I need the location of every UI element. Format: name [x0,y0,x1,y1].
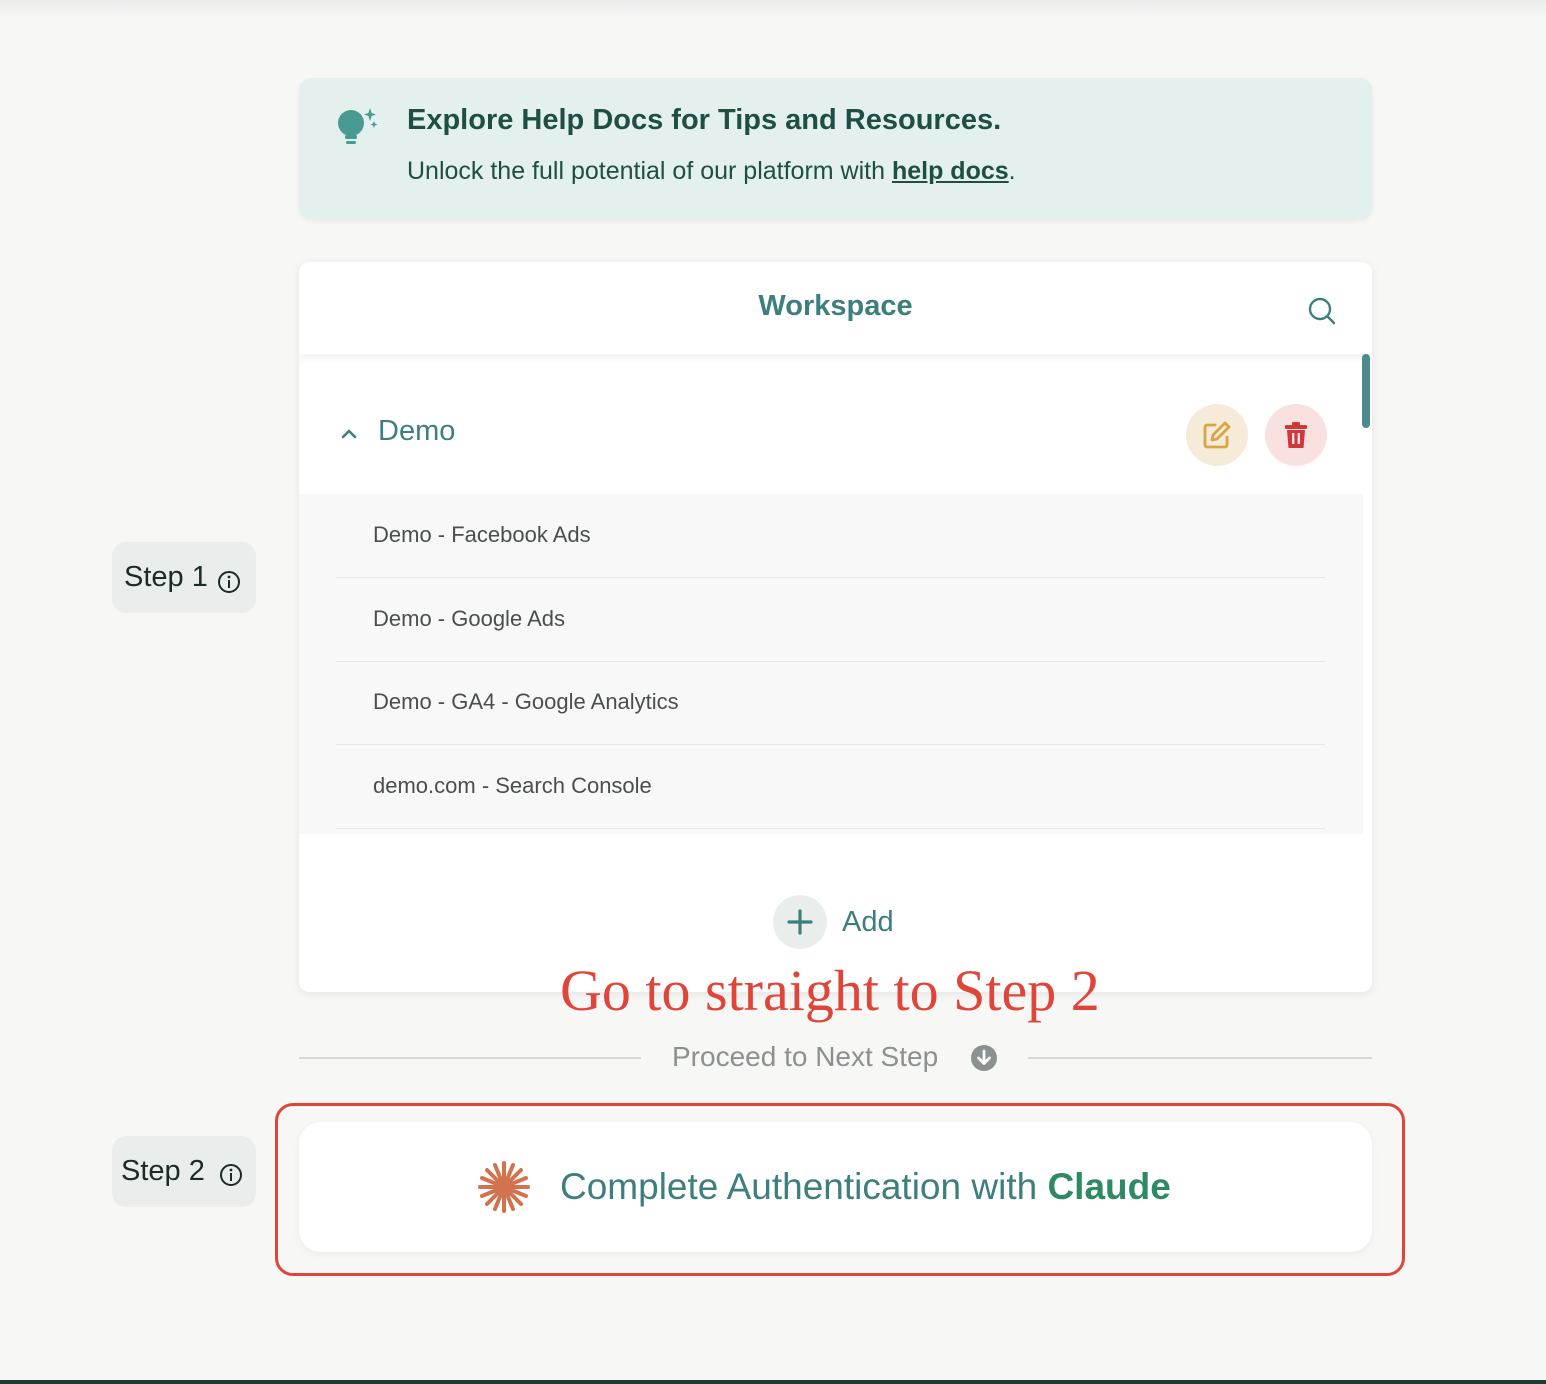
lightbulb-sparkle-icon [338,108,378,144]
add-button[interactable]: Add [773,895,933,951]
list-item[interactable]: Demo - GA4 - Google Analytics [336,661,1325,745]
arrow-down-circle-icon[interactable] [970,1044,998,1072]
delete-workspace-button[interactable] [1265,404,1327,466]
annotation-highlight-box [275,1103,1405,1276]
info-icon[interactable] [219,1163,243,1187]
workspace-item-list: Demo - Facebook Ads Demo - Google Ads De… [299,494,1363,834]
step-1-label: Step 1 [124,561,208,593]
proceed-next-step[interactable]: Proceed to Next Step [672,1041,938,1073]
list-item-label: Demo - Google Ads [373,606,565,631]
list-item-label: demo.com - Search Console [373,773,652,798]
list-item[interactable]: Demo - Google Ads [336,578,1325,662]
help-docs-link[interactable]: help docs [892,157,1009,185]
list-item[interactable]: Demo - Facebook Ads [336,494,1325,578]
list-item[interactable]: demo.com - Search Console [336,745,1325,829]
step-2-label: Step 2 [121,1155,205,1187]
workspace-card: Workspace Demo Demo - Facebook Ads Demo [299,262,1372,992]
add-label: Add [842,906,894,938]
chevron-up-icon[interactable] [339,424,359,444]
add-icon-circle [773,895,827,949]
edit-workspace-button[interactable] [1186,404,1248,466]
help-tip-banner [299,78,1372,218]
edit-icon [1203,421,1231,449]
bottom-border [0,1380,1546,1384]
annotation-text: Go to straight to Step 2 [560,958,1100,1023]
workspace-header: Workspace [299,262,1372,354]
workspace-title: Workspace [758,290,913,322]
divider-left [299,1057,641,1059]
search-icon[interactable] [1307,296,1337,326]
help-tip-text: Unlock the full potential of our platfor… [407,157,1016,186]
help-tip-title: Explore Help Docs for Tips and Resources… [407,104,1002,136]
help-tip-suffix: . [1008,157,1016,185]
trash-icon [1285,422,1307,448]
scrollbar-thumb[interactable] [1362,354,1370,428]
plus-icon [787,909,813,935]
workspace-group-name[interactable]: Demo [378,415,455,448]
divider-right [1028,1057,1372,1059]
top-shadow [0,0,1546,18]
list-item-label: Demo - Facebook Ads [373,522,591,547]
info-icon[interactable] [217,570,241,594]
list-item-label: Demo - GA4 - Google Analytics [373,689,679,714]
help-tip-prefix: Unlock the full potential of our platfor… [407,157,892,185]
